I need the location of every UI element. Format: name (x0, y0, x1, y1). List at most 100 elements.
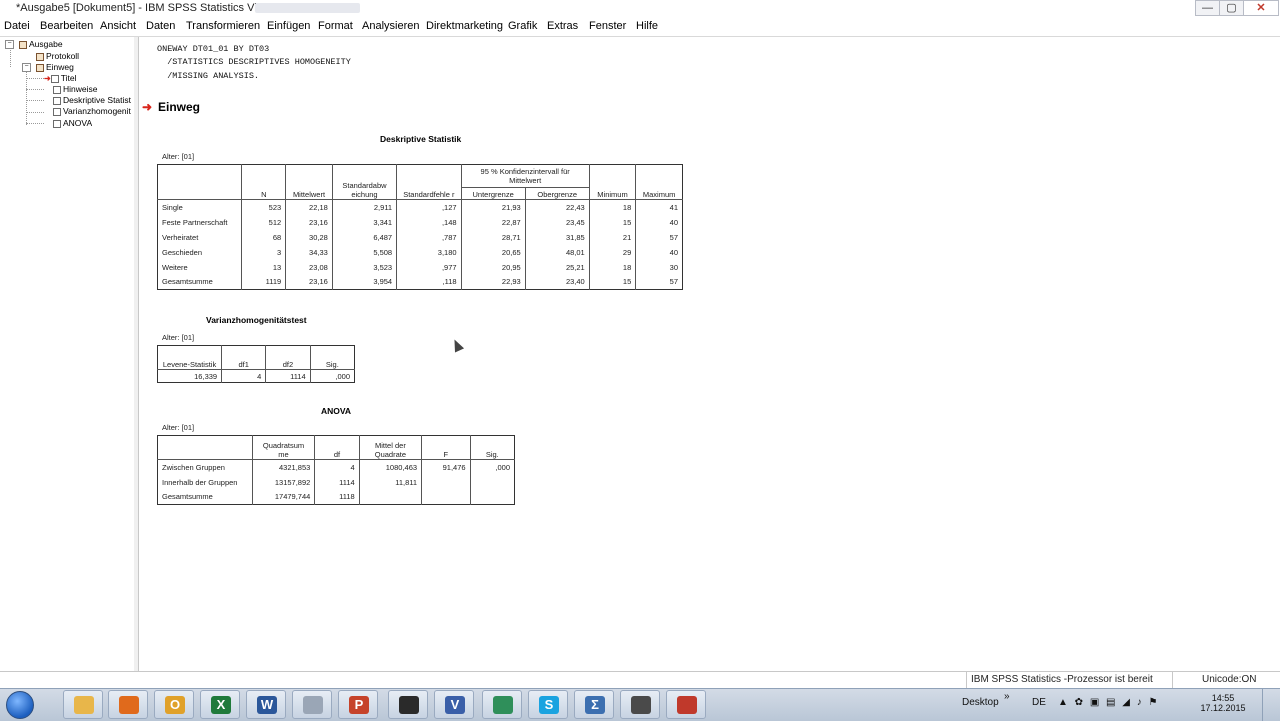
log-book-icon (36, 52, 44, 61)
taskbar-app-excel[interactable]: X (200, 690, 240, 719)
tree-item-varianz[interactable]: Varianzhomogenit (53, 106, 133, 117)
system-tray-icons[interactable]: ▲ ✿ ▣ ▤ ◢ ♪ ⚑ (1058, 697, 1160, 708)
collapse-toggle-icon[interactable]: − (5, 40, 14, 49)
tree-item-einweg[interactable]: Einweg (36, 62, 74, 73)
levene-table[interactable]: Levene-Statistik df1 df2 Sig. 16,339 4 1… (157, 345, 355, 383)
unicode-status: Unicode:ON (1202, 674, 1257, 685)
menu-extras[interactable]: Extras (547, 20, 578, 32)
table-header-row: Levene-Statistik df1 df2 Sig. (157, 345, 355, 370)
syntax-line: /MISSING ANALYSIS. (157, 71, 260, 81)
spss-icon: Σ (585, 696, 605, 714)
paint-icon (303, 696, 323, 714)
menu-einfuegen[interactable]: Einfügen (267, 20, 310, 32)
table-row: Single 523 22,18 2,911 ,127 21,93 22,43 … (158, 199, 683, 215)
levene-title: Varianzhomogenitätstest (206, 315, 307, 325)
taskbar-app-folder[interactable] (63, 690, 103, 719)
tree-item-anova[interactable]: ANOVA (53, 118, 92, 129)
menu-ansicht[interactable]: Ansicht (100, 20, 136, 32)
minimize-button[interactable]: — (1195, 0, 1220, 16)
table-row: Gesamtsumme 1119 23,16 3,954 ,118 22,93 … (158, 274, 683, 290)
excel-icon: X (211, 696, 231, 714)
table-doc-icon (53, 96, 61, 105)
taskbar-app-outlook[interactable]: O (154, 690, 194, 719)
start-button[interactable] (6, 691, 34, 719)
taskbar-app-word[interactable]: W (246, 690, 286, 719)
menu-hilfe[interactable]: Hilfe (636, 20, 658, 32)
taskbar-app-spss[interactable]: Σ (574, 690, 614, 719)
taskbar-app-visio[interactable]: V (434, 690, 474, 719)
outline-pane: − Ausgabe Protokoll − Einweg ➜ Titel Hinw… (0, 37, 135, 705)
tool-icon (677, 696, 697, 714)
table-row: Verheiratet 68 30,28 6,487 ,787 28,71 31… (158, 229, 683, 245)
anova-title: ANOVA (321, 406, 352, 416)
current-item-arrow-icon: ➜ (44, 74, 51, 83)
show-desktop-button[interactable] (1262, 689, 1280, 721)
processor-status: IBM SPSS Statistics -Prozessor ist berei… (971, 674, 1153, 685)
visio-icon: V (445, 696, 465, 714)
title-doc-icon (50, 74, 59, 83)
folder-icon (74, 696, 94, 714)
table-header-row: N Mittelwert Standardabw eichung Standar… (157, 164, 683, 200)
anova-layer: Alter: [01] (162, 423, 195, 432)
blurred-title-region (255, 3, 360, 13)
taskbar-app-skype[interactable]: S (528, 690, 568, 719)
media-icon (631, 696, 651, 714)
clock[interactable]: 14:55 17.12.2015 (1200, 693, 1246, 713)
taskbar: O X W P V S Σ Desktop » DE ▲ ✿ ▣ ▤ ◢ ♪ ⚑ 14:55… (0, 688, 1280, 721)
taskbar-app-paint[interactable] (292, 690, 332, 719)
window-title: *Ausgabe5 [Dokument5] - IBM SPSS Statist… (16, 2, 281, 14)
taskbar-app-media[interactable] (620, 690, 660, 719)
descriptives-title: Deskriptive Statistik (380, 134, 462, 144)
table-doc-icon (53, 107, 61, 116)
descriptives-table[interactable]: N Mittelwert Standardabw eichung Standar… (157, 164, 683, 290)
table-row: Geschieden 3 34,33 5,508 3,180 20,65 48,… (158, 244, 683, 260)
tree-item-deskriptive[interactable]: Deskriptive Statist (53, 95, 133, 106)
table-row: Innerhalb der Gruppen 13157,892 1114 11,… (158, 474, 515, 490)
title-bar: *Ausgabe5 [Dokument5] - IBM SPSS Statist… (0, 0, 1280, 18)
tree-item-titel[interactable]: ➜ Titel (44, 73, 76, 84)
current-section-arrow-icon: ➜ (142, 100, 153, 114)
menu-datei[interactable]: Datei (4, 20, 30, 32)
close-button[interactable]: ✕ (1243, 0, 1279, 16)
menu-transformieren[interactable]: Transformieren (186, 20, 260, 32)
output-book-icon (19, 40, 27, 49)
table-row: Zwischen Gruppen 4321,853 4 1080,463 91,… (158, 459, 515, 475)
syntax-line: ONEWAY DT01_01 BY DT03 (157, 44, 270, 54)
clock-time: 14:55 (1211, 693, 1235, 703)
status-bar: IBM SPSS Statistics -Prozessor ist berei… (0, 671, 1280, 689)
taskbar-app-app[interactable] (388, 690, 428, 719)
tree-item-ausgabe[interactable]: Ausgabe (19, 39, 63, 50)
levene-layer: Alter: [01] (162, 333, 195, 342)
menu-grafik[interactable]: Grafik (508, 20, 537, 32)
anova-table[interactable]: Quadratsum me df Mittel der Quadrate F S… (157, 435, 515, 505)
taskbar-app-network[interactable] (482, 690, 522, 719)
word-icon: W (257, 696, 277, 714)
notes-doc-icon (53, 85, 61, 94)
desktop-toolbar-label[interactable]: Desktop (962, 697, 999, 708)
menu-direktmarketing[interactable]: Direktmarketing (426, 20, 503, 32)
output-content-pane: ONEWAY DT01_01 BY DT03 /STATISTICS DESCR… (138, 37, 1280, 671)
maximize-button[interactable]: ▢ (1219, 0, 1244, 16)
table-doc-icon (53, 119, 61, 128)
language-indicator[interactable]: DE (1032, 697, 1046, 708)
menu-format[interactable]: Format (318, 20, 353, 32)
taskbar-app-tool[interactable] (666, 690, 706, 719)
toolbar-chevron-icon[interactable]: » (1004, 691, 1010, 702)
app-icon (399, 696, 419, 714)
menu-bar: Datei Bearbeiten Ansicht Daten Transform… (0, 18, 1280, 37)
menu-fenster[interactable]: Fenster (589, 20, 626, 32)
table-header-row: Quadratsum me df Mittel der Quadrate F S… (157, 435, 515, 460)
menu-daten[interactable]: Daten (146, 20, 175, 32)
taskbar-app-firefox[interactable] (108, 690, 148, 719)
tree-item-protokoll[interactable]: Protokoll (36, 51, 79, 62)
collapse-toggle-icon[interactable]: − (22, 63, 31, 72)
table-row: Gesamtsumme 17479,744 1118 (158, 489, 515, 505)
taskbar-app-powerpoint[interactable]: P (338, 690, 378, 719)
menu-bearbeiten[interactable]: Bearbeiten (40, 20, 93, 32)
descriptives-layer: Alter: [01] (162, 152, 195, 161)
menu-analysieren[interactable]: Analysieren (362, 20, 419, 32)
clock-date: 17.12.2015 (1200, 703, 1246, 713)
tree-item-hinweise[interactable]: Hinweise (53, 84, 98, 95)
table-row: 16,339 4 1114 ,000 (158, 369, 355, 383)
section-heading: Einweg (158, 100, 201, 114)
